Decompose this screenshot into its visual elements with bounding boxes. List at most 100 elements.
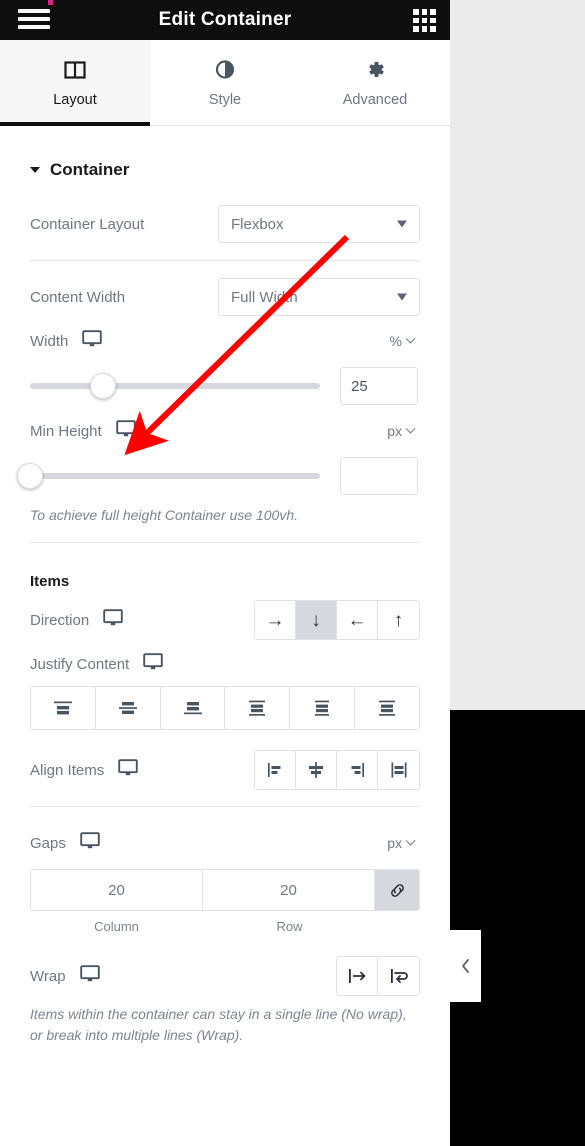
desktop-monitor-icon[interactable] [79,965,100,987]
width-input[interactable]: 25 [340,367,418,405]
desktop-monitor-icon[interactable] [115,420,136,442]
row-align-items: Align Items [30,748,420,792]
notification-dot [48,0,53,5]
tab-style[interactable]: Style [150,40,300,125]
direction-option-column[interactable]: ↓ [296,601,337,639]
content-width-select[interactable]: Full Width [218,278,420,316]
align-end-icon [351,763,364,777]
width-slider-handle[interactable] [89,373,116,399]
width-slider[interactable] [30,373,320,399]
panel-collapse-tab[interactable] [450,930,481,1002]
justify-start-icon [53,701,72,715]
row-justify-content-header: Justify Content [30,642,420,686]
row-content-width: Content Width Full Width [30,275,420,319]
width-unit-value: % [389,333,402,349]
gaps-label-group: Gaps [30,832,100,854]
chevron-down-icon [405,423,416,434]
justify-option-center[interactable] [95,687,161,729]
justify-end-icon [183,702,202,715]
min-height-unit-dropdown[interactable]: px [387,423,420,439]
wrap-option-wrap[interactable] [378,957,419,995]
align-stretch-icon [391,762,406,778]
row-container-layout: Container Layout Flexbox [30,202,420,246]
wrap-label: Wrap [30,967,66,985]
direction-option-row[interactable]: → [255,601,296,639]
justify-center-icon [118,702,137,714]
direction-label: Direction [30,611,90,629]
gap-row-input[interactable]: 20 [203,870,375,910]
desktop-monitor-icon[interactable] [80,832,100,854]
desktop-monitor-icon[interactable] [118,759,138,781]
container-section-title: Container [50,160,130,179]
min-height-input[interactable] [340,457,418,495]
hamburger-icon[interactable] [18,6,50,32]
wrap-option-nowrap[interactable] [337,957,378,995]
divider [30,260,420,261]
container-layout-select[interactable]: Flexbox [218,205,420,243]
justify-content-label-group: Justify Content [30,653,163,675]
justify-space-around-icon [315,700,330,716]
desktop-monitor-icon[interactable] [143,653,163,675]
justify-option-space-evenly[interactable] [355,687,419,729]
tab-advanced[interactable]: Advanced [300,40,450,125]
justify-option-flex-start[interactable] [31,687,96,729]
min-height-label-group: Min Height [30,420,136,442]
gaps-label: Gaps [30,834,66,852]
gaps-unit-dropdown[interactable]: px [387,835,420,851]
layout-columns-icon [64,61,86,79]
items-section-title: Items [30,573,70,590]
row-gaps-header: Gaps px [30,821,420,865]
justify-space-evenly-icon [379,700,396,716]
tab-style-label: Style [208,92,242,108]
min-height-hint: To achieve full height Container use 100… [30,507,298,523]
justify-content-label: Justify Content [30,655,130,673]
justify-option-flex-end[interactable] [160,687,226,729]
tab-layout-label: Layout [53,92,97,108]
width-unit-dropdown[interactable]: % [390,333,420,349]
width-label-group: Width [30,330,103,352]
align-option-flex-end[interactable] [337,751,378,789]
min-height-unit-value: px [387,423,402,439]
chevron-down-icon [397,220,407,228]
panel-body: Container Container Layout Flexbox Conte… [0,126,450,1048]
gap-row-label: Row [276,919,303,934]
gap-column-input[interactable]: 20 [31,870,203,910]
tab-advanced-label: Advanced [342,92,408,108]
row-width-header: Width % [30,319,420,363]
align-start-icon [268,763,281,777]
width-slider-row: 25 [30,363,420,409]
justify-option-space-between[interactable] [225,687,291,729]
gaps-unit-value: px [387,835,402,851]
wrap-choices [336,956,420,996]
gaps-field-labels: Column Row [30,911,420,934]
desktop-monitor-icon[interactable] [82,330,103,352]
desktop-monitor-icon[interactable] [103,609,123,631]
direction-option-row-reverse[interactable]: ← [337,601,378,639]
tab-layout[interactable]: Layout [0,40,150,126]
direction-choices: → ↓ ← ↑ [254,600,420,640]
min-height-label: Min Height [30,422,102,440]
container-layout-value: Flexbox [231,215,284,233]
wrap-icon [390,969,408,983]
min-height-slider-handle[interactable] [17,463,43,489]
content-width-label: Content Width [30,288,126,306]
grid-apps-icon[interactable] [413,9,436,32]
gap-link-toggle[interactable] [375,870,419,910]
min-height-slider-track [30,473,320,479]
link-chain-icon [390,883,404,897]
align-option-center[interactable] [296,751,337,789]
width-value: 25 [351,377,368,395]
gap-column-label: Column [94,919,139,934]
align-items-label: Align Items [30,761,105,779]
min-height-slider[interactable] [17,463,320,489]
chevron-left-icon [462,959,469,973]
align-option-stretch[interactable] [378,751,419,789]
wrap-label-group: Wrap [30,965,100,987]
gaps-inputs: 20 20 [30,869,420,911]
chevron-down-icon [397,293,407,301]
align-option-flex-start[interactable] [255,751,296,789]
justify-option-space-around[interactable] [290,687,356,729]
direction-option-column-reverse[interactable]: ↑ [378,601,419,639]
min-height-slider-row [17,453,420,499]
container-section-header[interactable]: Container [30,126,420,202]
